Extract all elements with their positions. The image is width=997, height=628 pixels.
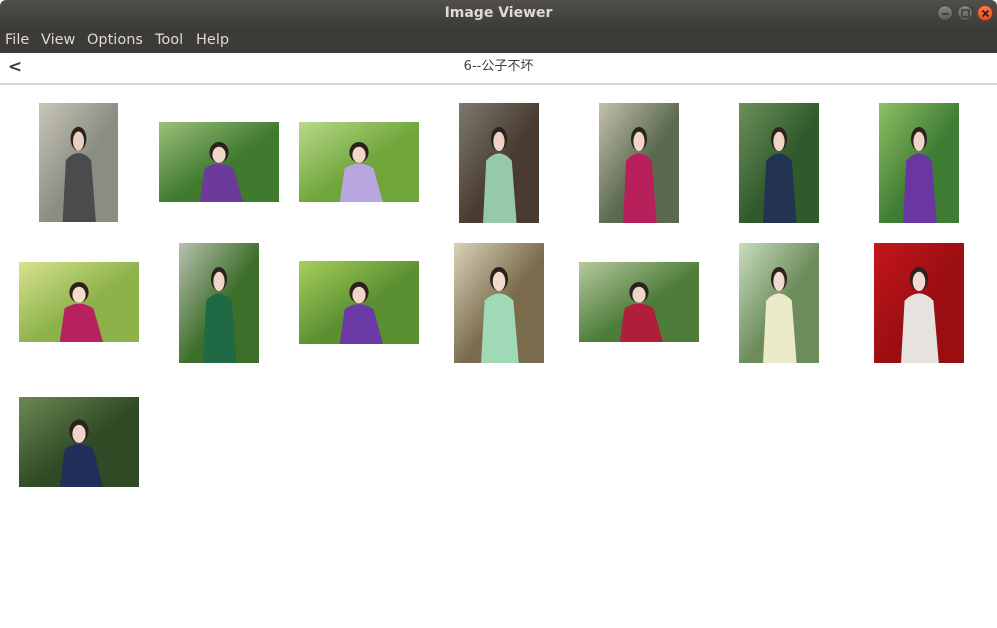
photo-image [19,262,139,342]
header-bar: < 6--公子不坏 [0,53,997,85]
thumbnail-6[interactable] [739,103,819,223]
thumbnail-4[interactable] [459,103,539,223]
thumbnail-8[interactable] [19,262,139,342]
photo-image [579,262,699,342]
photo-image [39,103,118,222]
menu-view[interactable]: View [41,27,75,53]
thumbnail-9[interactable] [179,243,259,363]
close-button[interactable] [977,5,993,21]
thumbnail-10[interactable] [299,261,419,344]
menu-bar: File View Options Tool Help [0,27,997,53]
menu-help[interactable]: Help [196,27,229,53]
thumbnail-13[interactable] [739,243,819,363]
photo-image [299,122,419,202]
maximize-icon [961,9,970,18]
menu-file[interactable]: File [5,27,29,53]
thumbnail-1[interactable] [39,103,118,222]
photo-image [459,103,539,223]
image-viewer-window: Image Viewer File View Options Tool Help… [0,0,997,628]
photo-image [879,103,959,223]
close-icon [981,9,990,18]
thumbnail-grid [0,85,997,628]
photo-image [739,243,819,363]
thumbnail-7[interactable] [879,103,959,223]
photo-image [599,103,679,223]
menu-options[interactable]: Options [87,27,143,53]
photo-image [19,397,139,487]
folder-title: 6--公子不坏 [463,59,534,74]
thumbnail-12[interactable] [579,262,699,342]
title-bar[interactable]: Image Viewer [0,0,997,27]
thumbnail-3[interactable] [299,122,419,202]
thumbnail-14[interactable] [874,243,964,363]
photo-image [454,243,544,363]
photo-image [874,243,964,363]
minimize-button[interactable] [937,5,953,21]
photo-image [179,243,259,363]
thumbnail-5[interactable] [599,103,679,223]
photo-image [299,261,419,344]
photo-image [739,103,819,223]
thumbnail-15[interactable] [19,397,139,487]
minimize-icon [942,13,949,15]
maximize-button[interactable] [957,5,973,21]
window-title: Image Viewer [444,5,553,21]
thumbnail-11[interactable] [454,243,544,363]
menu-tool[interactable]: Tool [155,27,183,53]
photo-image [159,122,279,202]
thumbnail-2[interactable] [159,122,279,202]
